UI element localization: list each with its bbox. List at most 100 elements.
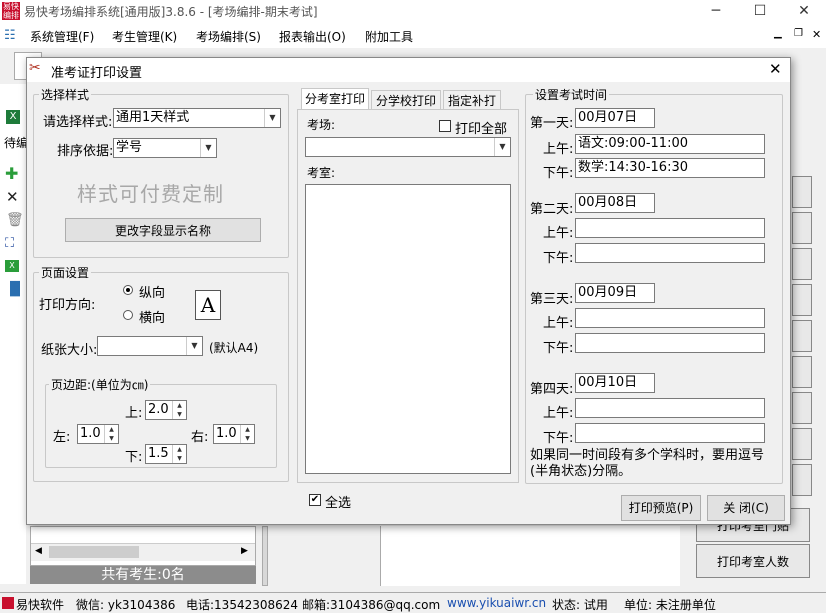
chevron-down-icon[interactable]: ▼ [200,139,216,157]
minimize-icon[interactable]: ─ [694,0,738,24]
menu-tools[interactable]: 附加工具 [365,28,413,45]
style-select-value: 通用1天样式 [116,110,190,125]
status-website[interactable]: www.yikuaiwr.cn [447,596,546,610]
print-preview-button[interactable]: 打印预览(P) [621,495,701,521]
right-button-4[interactable] [792,284,812,316]
right-button-5[interactable] [792,320,812,352]
day2-am-input[interactable] [575,218,765,238]
chevron-down-icon[interactable]: ▼ [264,109,280,127]
room-list[interactable] [305,184,511,474]
direction-label: 打印方向: [39,298,96,313]
excel-icon[interactable]: X [6,110,20,124]
maximize-icon[interactable]: ☐ [738,0,782,24]
left-tool-panel: X 待编 ✚ ✕ 🗑 ⛶ X ▐▌ [0,84,28,584]
day3-pm-input[interactable] [575,333,765,353]
right-button-7[interactable] [792,392,812,424]
close-button[interactable]: 关 闭(C) [707,495,785,521]
export-icon[interactable]: X [5,260,19,272]
day4-am-input[interactable] [575,398,765,418]
chevron-down-icon[interactable]: ▼ [186,337,202,355]
menu-arrange[interactable]: 考场编排(S) [196,28,261,45]
pending-list[interactable]: ◀ ▶ [30,526,256,566]
landscape-radio[interactable] [123,310,133,320]
print-all-label: 打印全部 [455,122,508,137]
venue-label: 考场: [307,118,336,132]
page-setup-label: 页面设置 [39,264,92,281]
day1-pm-label: 下午: [543,166,574,181]
spin-arrows-icon[interactable]: ▲ ▼ [172,445,186,463]
chevron-down-icon[interactable]: ▼ [494,138,510,156]
spin-arrows-icon[interactable]: ▲ ▼ [172,401,186,419]
menu-bar: ☷ 系统管理(F) 考生管理(K) 考场编排(S) 报表输出(O) 附加工具 ▁… [0,24,826,48]
scroll-left-icon[interactable]: ◀ [35,546,42,556]
landscape-label: 横向 [139,311,166,326]
day3-date-input[interactable]: 00月09日 [575,283,655,303]
tab-by-room[interactable]: 分考室打印 [301,88,369,110]
portrait-label: 纵向 [139,286,166,301]
day1-pm-input[interactable]: 数学:14:30-16:30 [575,158,765,178]
right-button-2[interactable] [792,212,812,244]
dialog-close-icon[interactable]: ✕ [769,60,782,78]
day2-date-input[interactable]: 00月08日 [575,193,655,213]
print-room-count-button[interactable]: 打印考室人数 [696,544,810,578]
chart-icon[interactable]: ▐▌ [5,282,25,297]
day3-am-input[interactable] [575,308,765,328]
scroll-right-icon[interactable]: ▶ [241,546,248,556]
margin-right-input[interactable]: 1.0 ▲ ▼ [213,424,255,444]
status-email: 邮箱:3104386@qq.com [302,598,441,612]
day2-pm-label: 下午: [543,251,574,266]
splitter[interactable] [262,526,268,586]
portrait-radio[interactable] [123,285,133,295]
day2-label: 第二天: [530,202,574,217]
day1-label: 第一天: [530,116,574,131]
day3-label: 第三天: [530,292,574,307]
day2-pm-input[interactable] [575,243,765,263]
room-label: 考室: [307,166,336,180]
tools-icon: ✂ [29,60,41,76]
horizontal-scrollbar[interactable]: ◀ ▶ [31,543,255,561]
mdi-restore-icon[interactable]: ❐ [794,28,803,39]
menu-system[interactable]: 系统管理(F) [30,28,94,45]
day1-date-input[interactable]: 00月07日 [575,108,655,128]
delete-icon[interactable]: ✕ [6,188,19,206]
day4-date-input[interactable]: 00月10日 [575,373,655,393]
spin-arrows-icon[interactable]: ▲ ▼ [104,425,118,443]
mdi-menu-icon[interactable]: ☷ [4,28,16,43]
status-phone: 电话:13542308624 [186,598,299,612]
margin-right-value: 1.0 [216,426,237,441]
paper-size-select[interactable]: ▼ [97,336,203,356]
select-all-checkbox[interactable]: ✔ [309,494,321,506]
right-button-6[interactable] [792,356,812,388]
trash-icon[interactable]: 🗑 [6,212,24,228]
day4-pm-input[interactable] [575,423,765,443]
spin-arrows-icon[interactable]: ▲ ▼ [240,425,254,443]
scroll-thumb[interactable] [49,546,139,558]
right-button-1[interactable] [792,176,812,208]
menu-reports[interactable]: 报表输出(O) [279,28,346,45]
day1-am-input[interactable]: 语文:09:00-11:00 [575,134,765,154]
rename-fields-button[interactable]: 更改字段显示名称 [65,218,261,242]
right-button-9[interactable] [792,464,812,496]
venue-select[interactable]: ▼ [305,137,511,157]
add-icon[interactable]: ✚ [5,164,18,183]
right-button-3[interactable] [792,248,812,280]
sort-select-value: 学号 [116,140,143,155]
print-all-checkbox[interactable] [439,120,451,132]
tab-reprint[interactable]: 指定补打 [443,90,501,110]
mdi-close-icon[interactable]: ✕ [812,28,821,41]
menu-students[interactable]: 考生管理(K) [112,28,177,45]
margin-left-input[interactable]: 1.0 ▲ ▼ [77,424,119,444]
sort-select[interactable]: 学号 ▼ [113,138,217,158]
close-window-icon[interactable]: ✕ [782,0,826,24]
exam-time-label: 设置考试时间 [533,86,610,103]
right-button-8[interactable] [792,428,812,460]
binoculars-icon[interactable]: ⛶ [5,236,14,251]
window-title-bar: 易快 编排 易快考场编排系统[通用版]3.8.6 - [考场编排-期末考试] ─… [0,0,826,24]
margin-top-input[interactable]: 2.0 ▲ ▼ [145,400,187,420]
tab-by-school[interactable]: 分学校打印 [371,90,441,110]
style-select[interactable]: 通用1天样式 ▼ [113,108,281,128]
mdi-minimize-icon[interactable]: ▁ [774,28,782,39]
arranged-list[interactable] [380,526,680,586]
margin-bottom-input[interactable]: 1.5 ▲ ▼ [145,444,187,464]
status-unit: 单位: 未注册单位 [624,598,716,612]
